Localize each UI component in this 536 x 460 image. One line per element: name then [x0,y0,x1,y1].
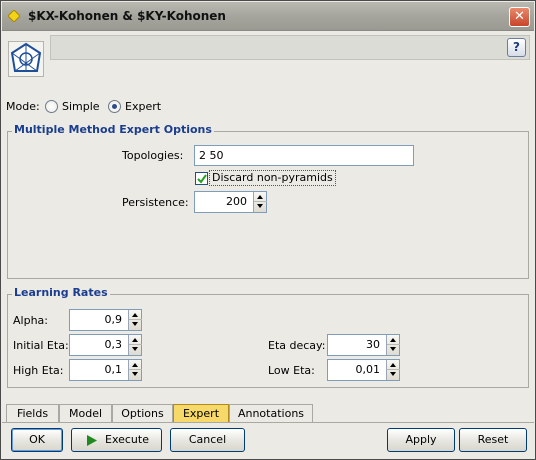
initial-eta-spin-buttons [128,335,142,355]
alpha-stepper[interactable]: 0,9 [69,309,142,331]
close-button[interactable]: ✕ [509,7,530,27]
tab-options[interactable]: Options [112,404,173,423]
mode-simple-label[interactable]: Simple [62,100,100,113]
alpha-value: 0,9 [104,313,123,326]
help-icon: ? [513,40,520,54]
persistence-value: 200 [226,195,247,208]
high-eta-spin-buttons [128,360,142,380]
node-header: ? [2,32,534,92]
spin-down-icon[interactable] [387,370,400,380]
initial-eta-label: Initial Eta: [13,339,69,352]
cancel-button[interactable]: Cancel [170,428,245,452]
topologies-label: Topologies: [122,149,184,162]
tab-model[interactable]: Model [59,404,112,423]
spin-down-icon[interactable] [387,345,400,355]
spin-up-icon[interactable] [129,360,142,370]
initial-eta-value: 0,3 [104,338,123,351]
spin-up-icon[interactable] [129,335,142,345]
spin-down-icon[interactable] [129,320,142,330]
window-title: $KX-Kohonen & $KY-Kohonen [28,9,226,23]
node-title-strip: ? [50,35,530,60]
discard-non-pyramids-label[interactable]: Discard non-pyramids [209,170,336,186]
spin-down-icon[interactable] [129,345,142,355]
persistence-label: Persistence: [122,196,189,209]
mode-expert-label[interactable]: Expert [125,100,161,113]
spin-up-icon[interactable] [387,335,400,345]
tab-annotations[interactable]: Annotations [229,404,313,423]
alpha-spin-buttons [128,310,142,330]
high-eta-value: 0,1 [104,363,123,376]
play-icon [87,435,97,446]
mode-label: Mode: [6,100,40,113]
spin-up-icon[interactable] [254,192,267,202]
low-eta-label: Low Eta: [268,364,315,377]
group-title: Learning Rates [12,286,110,299]
high-eta-stepper[interactable]: 0,1 [69,359,142,381]
topologies-input[interactable]: 2 50 [194,145,414,166]
tab-expert[interactable]: Expert [173,404,229,423]
spin-up-icon[interactable] [387,360,400,370]
persistence-stepper[interactable]: 200 [194,191,267,213]
mode-simple-radio[interactable] [45,100,58,113]
low-eta-spin-buttons [386,360,400,380]
help-button[interactable]: ? [507,38,526,57]
dialog-window: $KX-Kohonen & $KY-Kohonen ✕ ? Mode: Simp… [0,0,536,460]
spin-up-icon[interactable] [129,310,142,320]
execute-button[interactable]: Execute [71,428,162,452]
spin-down-icon[interactable] [254,202,267,212]
tab-divider [2,422,534,423]
high-eta-label: High Eta: [13,364,64,377]
eta-decay-value: 30 [366,338,380,351]
close-icon: ✕ [514,9,525,24]
apply-button[interactable]: Apply [387,428,455,452]
reset-button[interactable]: Reset [459,428,527,452]
tab-fields[interactable]: Fields [6,404,59,423]
group-title: Multiple Method Expert Options [12,123,214,136]
mode-expert-radio[interactable] [108,100,121,113]
title-bar[interactable]: $KX-Kohonen & $KY-Kohonen ✕ [2,2,534,31]
spin-down-icon[interactable] [129,370,142,380]
ok-button[interactable]: OK [11,428,63,452]
eta-decay-label: Eta decay: [268,339,326,352]
low-eta-value: 0,01 [355,363,381,376]
kohonen-node-icon [8,41,44,77]
alpha-label: Alpha: [13,314,48,327]
diamond-icon [8,10,20,22]
eta-decay-spin-buttons [386,335,400,355]
eta-decay-stepper[interactable]: 30 [327,334,400,356]
low-eta-stepper[interactable]: 0,01 [327,359,400,381]
discard-non-pyramids-checkbox[interactable] [195,172,208,185]
initial-eta-stepper[interactable]: 0,3 [69,334,142,356]
execute-label: Execute [105,433,149,446]
persistence-spin-buttons [253,192,267,212]
checkmark-icon [197,174,207,184]
